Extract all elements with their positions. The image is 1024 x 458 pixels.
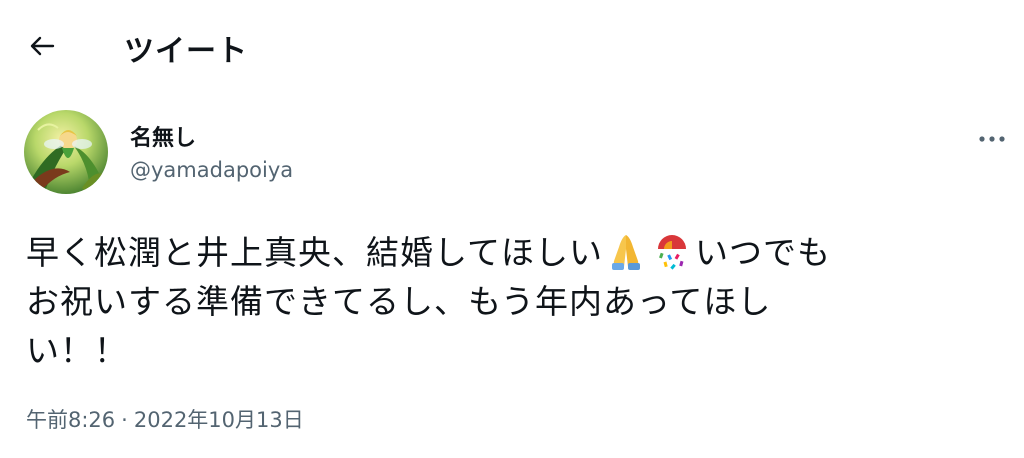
- tweet: 名無し @yamadapoiya 早く松潤と井上真央、結婚してほしい いつでも …: [0, 92, 1024, 458]
- tweet-text-segment: いつでも: [695, 233, 832, 272]
- page-title: ツイート: [124, 34, 248, 69]
- tweet-meta: 午前8:26 · 2022年10月13日: [26, 404, 304, 434]
- more-button[interactable]: [970, 122, 1014, 152]
- tinkerbell-avatar-icon: [24, 110, 108, 194]
- arrow-left-icon: [29, 35, 55, 61]
- author-display-name[interactable]: 名無し: [130, 120, 196, 152]
- author-handle[interactable]: @yamadapoiya: [130, 158, 293, 182]
- tweet-line: い！！: [26, 331, 128, 370]
- top-bar: ツイート: [0, 0, 1024, 92]
- tweet-time[interactable]: 午前8:26: [26, 408, 115, 432]
- tweet-text: 早く松潤と井上真央、結婚してほしい いつでも お祝いする準備できてるし、もう年内…: [26, 228, 986, 375]
- more-dots-icon: [978, 128, 1006, 147]
- meta-separator: ·: [121, 408, 128, 432]
- tweet-text-segment: 早く松潤と井上真央、結婚してほしい: [26, 233, 604, 272]
- confetti-ball-emoji: [652, 231, 692, 271]
- tweet-line: お祝いする準備できてるし、もう年内あってほし: [26, 282, 772, 321]
- folded-hands-emoji: [606, 231, 646, 271]
- avatar[interactable]: [24, 110, 108, 194]
- tweet-date[interactable]: 2022年10月13日: [134, 408, 304, 432]
- back-button[interactable]: [22, 28, 62, 68]
- tweet-line: 早く松潤と井上真央、結婚してほしい いつでも: [26, 228, 986, 277]
